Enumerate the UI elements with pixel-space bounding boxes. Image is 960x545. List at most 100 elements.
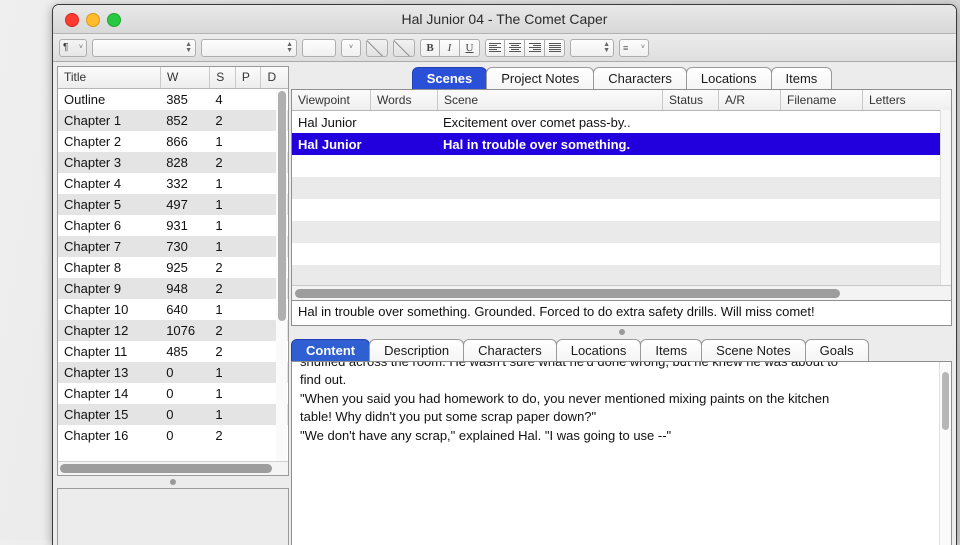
binder-splitter-handle[interactable] [57,476,289,488]
list-style-dropdown[interactable]: ≡ ˅ [619,39,649,57]
binder-vertical-scroll-thumb[interactable] [278,91,286,321]
editor-vertical-scrollbar[interactable] [939,362,951,545]
text-color-swatch[interactable] [366,39,388,57]
binder-cell-w: 0 [160,428,209,443]
binder-row[interactable]: Chapter 18522 [58,110,288,131]
scene-col-letters[interactable]: Letters [862,90,922,110]
highlight-color-swatch[interactable] [393,39,415,57]
binder-col-w[interactable]: W [160,67,209,88]
binder-row[interactable]: Chapter 69311 [58,215,288,236]
align-left-button[interactable] [485,39,505,57]
binder-row[interactable]: Chapter 106401 [58,299,288,320]
binder-vertical-scrollbar[interactable] [276,89,287,474]
binder-row[interactable]: Outline3854 [58,89,288,110]
binder-col-s[interactable]: S [209,67,235,88]
scene-row-empty[interactable] [292,177,951,199]
binder-cell-w: 948 [160,281,209,296]
scene-cell-sc: Hal in trouble over something. [437,137,662,152]
scene-col-filename[interactable]: Filename [780,90,862,110]
synopsis-field[interactable]: Hal in trouble over something. Grounded.… [291,301,952,326]
underline-button[interactable]: U [460,39,480,57]
binder-cell-title: Chapter 5 [58,197,160,212]
binder-row[interactable]: Chapter 1501 [58,404,288,425]
tab-items[interactable]: Items [640,339,702,362]
italic-button[interactable]: I [440,39,460,57]
minimize-button[interactable] [86,13,100,27]
scene-col-ar[interactable]: A/R [718,90,780,110]
font-name-combo[interactable]: ▲▼ [92,39,196,57]
scene-row[interactable]: Hal JuniorHal in trouble over something. [292,133,951,155]
content-editor[interactable]: shuffled across the room. He wasn't sure… [291,361,952,545]
tab-content[interactable]: Content [291,339,370,362]
window-controls [65,13,121,27]
tab-description[interactable]: Description [369,339,464,362]
binder-horizontal-scroll-thumb[interactable] [60,464,272,473]
scene-col-status[interactable]: Status [662,90,718,110]
binder-lower-panel [57,488,289,545]
binder-cell-s: 1 [209,407,235,422]
binder-col-d[interactable]: D [260,67,288,88]
scene-col-words[interactable]: Words [370,90,437,110]
tab-project-notes[interactable]: Project Notes [486,67,594,90]
scene-row-empty[interactable] [292,199,951,221]
binder-cell-s: 2 [209,260,235,275]
binder-col-title[interactable]: Title [58,67,160,88]
font-size-dropdown[interactable]: ˅ [341,39,361,57]
scene-row-empty[interactable] [292,243,951,265]
tab-scene-notes[interactable]: Scene Notes [701,339,805,362]
line-spacing-combo[interactable]: ▲▼ [570,39,614,57]
tab-items[interactable]: Items [771,67,833,90]
align-center-button[interactable] [505,39,525,57]
binder-horizontal-scrollbar[interactable] [58,461,288,475]
binder-cell-title: Chapter 3 [58,155,160,170]
scene-row[interactable]: Hal JuniorExcitement over comet pass-by.… [292,111,951,133]
character-style-combo[interactable]: ▲▼ [201,39,297,57]
editor-line: "We don't have any scrap," explained Hal… [300,427,943,446]
binder-cell-w: 497 [160,197,209,212]
scene-col-viewpoint[interactable]: Viewpoint [292,90,370,110]
maximize-button[interactable] [107,13,121,27]
tab-characters[interactable]: Characters [593,67,687,90]
scene-col-scene[interactable]: Scene [437,90,662,110]
align-justify-button[interactable] [545,39,565,57]
tab-locations[interactable]: Locations [556,339,642,362]
scene-row-empty[interactable] [292,155,951,177]
binder-row[interactable]: Chapter 1602 [58,425,288,446]
paragraph-style-dropdown[interactable]: ¶ ˅ [59,39,87,57]
binder-row[interactable]: Chapter 43321 [58,173,288,194]
tab-goals[interactable]: Goals [805,339,869,362]
binder-row[interactable]: Chapter 54971 [58,194,288,215]
binder-cell-title: Chapter 4 [58,176,160,191]
binder-row[interactable]: Chapter 1210762 [58,320,288,341]
binder-cell-w: 0 [160,386,209,401]
scene-vertical-scrollbar[interactable] [940,110,951,286]
stepper-icon: ▲▼ [603,42,610,54]
tab-characters[interactable]: Characters [463,339,557,362]
binder-cell-s: 2 [209,281,235,296]
scene-horizontal-scroll-thumb[interactable] [295,289,840,298]
scene-row-list: Hal JuniorExcitement over comet pass-by.… [292,111,951,285]
binder-cell-title: Chapter 12 [58,323,160,338]
binder-row[interactable]: Chapter 1401 [58,383,288,404]
binder-cell-s: 2 [209,344,235,359]
binder-row[interactable]: Chapter 99482 [58,278,288,299]
binder-row[interactable]: Chapter 28661 [58,131,288,152]
binder-row[interactable]: Chapter 89252 [58,257,288,278]
close-button[interactable] [65,13,79,27]
scene-horizontal-scrollbar[interactable] [292,285,951,300]
align-right-button[interactable] [525,39,545,57]
editor-vertical-scroll-thumb[interactable] [942,372,949,430]
editor-splitter-handle[interactable] [291,326,952,338]
tab-locations[interactable]: Locations [686,67,772,90]
scene-row-empty[interactable] [292,265,951,285]
font-size-input[interactable] [302,39,336,57]
scene-row-empty[interactable] [292,221,951,243]
binder-row[interactable]: Chapter 114852 [58,341,288,362]
binder-row[interactable]: Chapter 77301 [58,236,288,257]
binder-col-p[interactable]: P [235,67,261,88]
editor-line: find out. [300,371,943,390]
binder-row[interactable]: Chapter 38282 [58,152,288,173]
tab-scenes[interactable]: Scenes [412,67,488,90]
binder-row[interactable]: Chapter 1301 [58,362,288,383]
bold-button[interactable]: B [420,39,440,57]
